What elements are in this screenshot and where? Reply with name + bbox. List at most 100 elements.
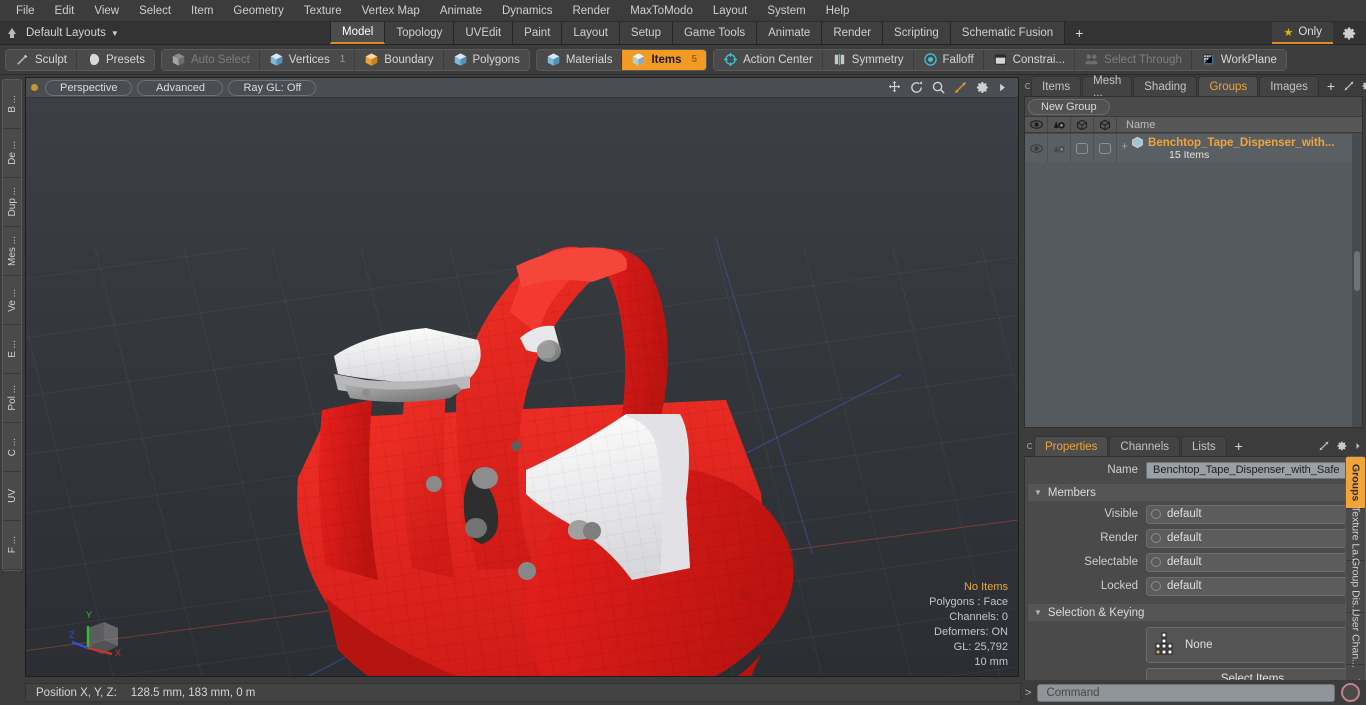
right-tool-tab-group-dis[interactable]: Group Dis...: [1346, 558, 1365, 615]
toolbar-button-sculpt[interactable]: Sculpt: [6, 49, 77, 70]
toolbar-button-constrai[interactable]: Constrai...: [983, 49, 1076, 70]
property-select-visible[interactable]: default▼: [1146, 504, 1359, 524]
layout-tab-setup[interactable]: Setup: [619, 22, 673, 44]
property-select-locked[interactable]: default▼: [1146, 576, 1359, 596]
row-name-cell[interactable]: + Benchtop_Tape_Dispenser_with... 15 Ite…: [1117, 134, 1352, 162]
layout-tab-animate[interactable]: Animate: [757, 22, 823, 44]
panel-tab-mesh[interactable]: Mesh ...: [1082, 75, 1133, 99]
menu-item-item[interactable]: Item: [181, 3, 223, 19]
expand-icon[interactable]: [1343, 80, 1355, 92]
property-radio-icon[interactable]: [1151, 533, 1161, 543]
panel-tab-images[interactable]: Images: [1259, 76, 1319, 96]
layout-tab-scripting[interactable]: Scripting: [883, 22, 951, 44]
toolbar-button-symmetry[interactable]: Symmetry: [822, 49, 914, 70]
toolbar-button-action-center[interactable]: Action Center: [714, 49, 823, 70]
row-select-checkbox[interactable]: [1071, 134, 1094, 162]
left-tool-tab-4[interactable]: Ve ...: [3, 276, 21, 325]
row-render-toggle[interactable]: [1048, 134, 1071, 162]
toolbar-button-presets[interactable]: Presets: [76, 49, 154, 70]
toolbar-button-auto-select[interactable]: Auto Select: [161, 49, 260, 70]
layout-settings-button[interactable]: [1333, 22, 1366, 44]
menu-item-system[interactable]: System: [757, 3, 815, 19]
toolbar-button-polygons[interactable]: Polygons: [443, 49, 529, 70]
right-tool-tab-texture-la[interactable]: Texture La...: [1346, 506, 1365, 563]
group-list-scrollbar[interactable]: [1352, 134, 1362, 427]
members-section-header[interactable]: ▼ Members: [1028, 484, 1359, 501]
table-row[interactable]: + Benchtop_Tape_Dispenser_with... 15 Ite…: [1025, 134, 1352, 162]
viewport-projection-selector[interactable]: Perspective: [45, 79, 133, 96]
property-select-selectable[interactable]: default▼: [1146, 552, 1359, 572]
layout-tab-topology[interactable]: Topology: [385, 22, 455, 44]
rotate-icon[interactable]: [909, 80, 924, 95]
play-icon[interactable]: [997, 80, 1007, 95]
menu-item-help[interactable]: Help: [816, 3, 860, 19]
menu-item-dynamics[interactable]: Dynamics: [492, 3, 562, 19]
menu-item-file[interactable]: File: [6, 3, 45, 19]
layout-preset-selector[interactable]: Default Layouts ▼: [0, 22, 330, 44]
panel-arrow-icon[interactable]: [1354, 440, 1362, 452]
keying-set-field[interactable]: None: [1146, 627, 1359, 663]
command-record-icon[interactable]: [1341, 683, 1360, 702]
left-tool-tab-5[interactable]: E ...: [3, 325, 21, 374]
menu-item-geometry[interactable]: Geometry: [223, 3, 294, 19]
property-select-render[interactable]: default▼: [1146, 528, 1359, 548]
only-toggle-button[interactable]: ★ Only: [1272, 22, 1333, 44]
left-tool-tab-2[interactable]: Dup ...: [3, 178, 21, 227]
left-tool-tab-6[interactable]: Pol ...: [3, 374, 21, 423]
properties-tab-properties[interactable]: Properties: [1034, 436, 1109, 456]
property-radio-icon[interactable]: [1151, 509, 1161, 519]
left-tool-tab-0[interactable]: B ...: [3, 80, 21, 129]
render-icon[interactable]: [1048, 117, 1071, 132]
eye-icon[interactable]: [1025, 117, 1048, 132]
properties-tab-lists[interactable]: Lists: [1181, 436, 1227, 456]
cube-outline-icon[interactable]: [1094, 117, 1117, 132]
move-icon[interactable]: [887, 80, 902, 95]
menu-item-edit[interactable]: Edit: [45, 3, 85, 19]
layout-tab-uvedit[interactable]: UVEdit: [454, 22, 514, 44]
new-group-button[interactable]: New Group: [1028, 98, 1110, 115]
viewport-3d-canvas[interactable]: Y X Z No Items Polygons : Face Channels:…: [26, 98, 1018, 676]
panel-menu-icon[interactable]: [1025, 436, 1034, 456]
menu-item-texture[interactable]: Texture: [294, 3, 352, 19]
row-visible-toggle[interactable]: [1025, 134, 1048, 162]
viewport-shading-selector[interactable]: Advanced: [137, 79, 224, 96]
toolbar-button-items[interactable]: Items 5: [622, 49, 707, 70]
expand-icon[interactable]: [1318, 440, 1330, 452]
left-tool-tab-7[interactable]: C ...: [3, 423, 21, 472]
name-field[interactable]: Benchtop_Tape_Dispenser_with_Safe: [1146, 461, 1359, 479]
layout-tab-schematic-fusion[interactable]: Schematic Fusion: [950, 22, 1066, 44]
menu-item-layout[interactable]: Layout: [703, 3, 758, 19]
viewport-raygl-selector[interactable]: Ray GL: Off: [228, 79, 317, 96]
toolbar-button-boundary[interactable]: Boundary: [355, 49, 444, 70]
add-layout-tab-button[interactable]: +: [1065, 22, 1094, 44]
command-input[interactable]: Command: [1037, 683, 1335, 702]
left-tool-tab-1[interactable]: De ...: [3, 129, 21, 178]
layout-tab-game-tools[interactable]: Game Tools: [672, 22, 758, 44]
layout-tab-paint[interactable]: Paint: [513, 22, 563, 44]
row-expander-icon[interactable]: +: [1121, 139, 1128, 153]
panel-tab-items[interactable]: Items: [1031, 76, 1082, 96]
toolbar-button-workplane[interactable]: WorkPlane: [1191, 49, 1286, 70]
layout-tab-layout[interactable]: Layout: [562, 22, 620, 44]
property-radio-icon[interactable]: [1151, 557, 1161, 567]
panel-tab-shading[interactable]: Shading: [1133, 76, 1198, 96]
toolbar-button-vertices[interactable]: Vertices 1: [259, 49, 356, 70]
panel-tab-groups[interactable]: Groups: [1198, 76, 1259, 96]
left-tool-tab-9[interactable]: F ...: [3, 521, 21, 570]
gear-icon[interactable]: [1336, 440, 1348, 452]
properties-tab-channels[interactable]: Channels: [1109, 436, 1181, 456]
cube-outline-icon[interactable]: [1071, 117, 1094, 132]
toolbar-button-materials[interactable]: Materials: [536, 49, 623, 70]
layout-tab-model[interactable]: Model: [330, 22, 386, 44]
menu-item-view[interactable]: View: [84, 3, 129, 19]
add-panel-tab-button[interactable]: +: [1320, 76, 1342, 96]
property-radio-icon[interactable]: [1151, 581, 1161, 591]
right-tool-tab-user-chan[interactable]: User Chan...: [1346, 609, 1365, 668]
menu-item-maxtomodo[interactable]: MaxToModo: [620, 3, 703, 19]
left-tool-tab-8[interactable]: UV: [3, 472, 21, 521]
menu-item-select[interactable]: Select: [129, 3, 181, 19]
left-tool-tab-3[interactable]: Mes ...: [3, 227, 21, 276]
selection-keying-section-header[interactable]: ▼ Selection & Keying: [1028, 604, 1359, 621]
menu-item-render[interactable]: Render: [562, 3, 620, 19]
gear-icon[interactable]: [1361, 80, 1366, 92]
